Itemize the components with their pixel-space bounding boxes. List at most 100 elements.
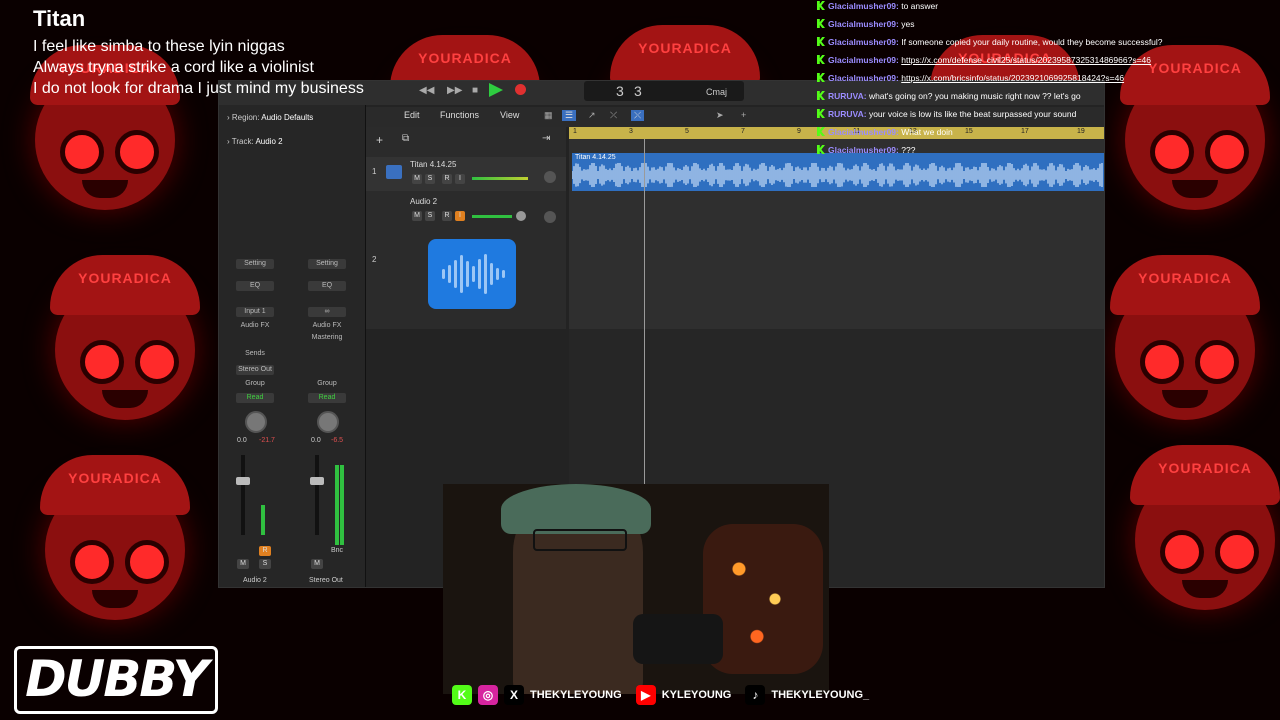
- global-tracks-icon[interactable]: ⇥: [542, 133, 550, 144]
- strip2-setting-button[interactable]: Setting: [308, 259, 346, 269]
- chat-username[interactable]: Glacialmusher09:: [828, 1, 901, 11]
- track-header-1[interactable]: 1 Titan 4.14.25 M S R I: [366, 157, 566, 191]
- strip1-group-slot[interactable]: Group: [236, 379, 274, 389]
- strip1-record-enable[interactable]: R: [259, 546, 271, 556]
- waveform-path: [572, 163, 1103, 187]
- catch-icon[interactable]: ⤬: [631, 110, 645, 121]
- chat-username[interactable]: Glacialmusher09:: [828, 127, 901, 137]
- cartoon-face: YOURADICA: [40, 240, 210, 430]
- strip2-fader-cap[interactable]: [310, 477, 324, 485]
- solo-button[interactable]: S: [425, 174, 435, 184]
- input-monitor-button[interactable]: I: [455, 174, 465, 184]
- strip2-link-button[interactable]: ∞: [308, 307, 346, 317]
- social-handle[interactable]: THEKYLEYOUNG_: [771, 689, 869, 701]
- strip1-automation-button[interactable]: Read: [236, 393, 274, 403]
- duplicate-track-icon[interactable]: ⧉: [402, 133, 409, 144]
- track-name[interactable]: Titan 4.14.25: [410, 160, 456, 169]
- list-view-icon[interactable]: ☰: [562, 110, 577, 121]
- chat-text: ???: [901, 145, 916, 155]
- strip1-input-button[interactable]: Input 1: [236, 307, 274, 317]
- youtube-icon[interactable]: ▶: [635, 685, 656, 705]
- strip1-solo-button[interactable]: S: [259, 559, 271, 569]
- chat-message: Glacialmusher09: ???: [817, 144, 1277, 162]
- forward-icon[interactable]: ▶▶: [447, 85, 462, 97]
- record-button[interactable]: R: [442, 174, 452, 184]
- strip1-eq-button[interactable]: EQ: [236, 281, 274, 291]
- social-handle[interactable]: THEKYLEYOUNG: [530, 689, 622, 701]
- pointer-tool-icon[interactable]: ➤: [716, 110, 724, 121]
- strip1-fader-track[interactable]: [241, 455, 245, 535]
- solo-button[interactable]: S: [425, 211, 435, 221]
- inspector-panel: › Region: Audio Defaults › Track: Audio …: [219, 105, 366, 587]
- track-name[interactable]: Audio 2: [410, 197, 437, 206]
- kick-icon: [817, 1, 825, 10]
- strip1-fader-cap[interactable]: [236, 477, 250, 485]
- kick-icon: [817, 109, 825, 118]
- strip2-pan-knob[interactable]: [317, 411, 339, 433]
- menu-view[interactable]: View: [500, 110, 519, 120]
- rewind-icon[interactable]: ◀◀: [419, 85, 434, 97]
- strip2-level-meter-right: [340, 465, 344, 545]
- menu-functions[interactable]: Functions: [440, 110, 479, 120]
- chat-username[interactable]: Glacialmusher09:: [828, 37, 901, 47]
- tiktok-icon[interactable]: ♪: [745, 685, 766, 705]
- social-handle[interactable]: KYLEYOUNG: [662, 689, 732, 701]
- track-pan-knob[interactable]: [544, 211, 556, 223]
- stop-icon[interactable]: ■: [469, 85, 481, 97]
- x-icon[interactable]: X: [504, 685, 524, 705]
- automation-icon[interactable]: ↗: [588, 110, 596, 121]
- track-number: 1: [372, 167, 377, 176]
- strip2-mastering-slot[interactable]: Mastering: [308, 333, 346, 343]
- chat-username[interactable]: Glacialmusher09:: [828, 55, 901, 65]
- cap-text: YOURADICA: [78, 270, 172, 286]
- chat-username[interactable]: RURUVA:: [828, 109, 869, 119]
- strip2-fx-slot[interactable]: Audio FX: [308, 321, 346, 331]
- kick-icon: [817, 73, 825, 82]
- chat-link[interactable]: https://x.com/bricsinfo/status/202392106…: [901, 73, 1124, 83]
- audio-track-icon: [386, 165, 402, 179]
- grid-view-icon[interactable]: ▦: [544, 110, 553, 121]
- strip1-fx-slot[interactable]: Audio FX: [236, 321, 274, 331]
- region-row[interactable]: › Region: Audio Defaults: [227, 113, 313, 122]
- record-button[interactable]: R: [442, 211, 452, 221]
- strip1-mute-button[interactable]: M: [237, 559, 249, 569]
- strip2-eq-button[interactable]: EQ: [308, 281, 346, 291]
- flex-icon[interactable]: ⤫: [610, 110, 617, 121]
- strip2-group-slot[interactable]: Group: [308, 379, 346, 389]
- strip2-fader-track[interactable]: [315, 455, 319, 535]
- track-volume-slider[interactable]: [472, 215, 512, 218]
- chat-username[interactable]: RURUVA:: [828, 91, 869, 101]
- strip1-pan-knob[interactable]: [245, 411, 267, 433]
- strip1-setting-button[interactable]: Setting: [236, 259, 274, 269]
- menu-edit[interactable]: Edit: [404, 110, 420, 120]
- strip1-output-button[interactable]: Stereo Out: [236, 365, 274, 375]
- waveform-bar: [484, 254, 487, 294]
- secondary-tool-icon[interactable]: +: [741, 110, 746, 120]
- record-icon[interactable]: [515, 84, 526, 95]
- add-track-button[interactable]: +: [376, 133, 383, 147]
- strip2-automation-button[interactable]: Read: [308, 393, 346, 403]
- track-volume-thumb[interactable]: [516, 211, 526, 221]
- chat-username[interactable]: Glacialmusher09:: [828, 19, 901, 29]
- input-monitor-button[interactable]: I: [455, 211, 465, 221]
- strip2-bounce-button[interactable]: Bnc: [331, 547, 343, 554]
- chat-text: If someone copied your daily routine, wo…: [901, 37, 1163, 47]
- chat-link[interactable]: https://x.com/defense_civil25/status/202…: [901, 55, 1151, 65]
- track-pan-knob[interactable]: [544, 171, 556, 183]
- track-row[interactable]: › Track: Audio 2: [227, 137, 283, 146]
- track-volume-slider[interactable]: [472, 177, 528, 180]
- chat-text: to answer: [901, 1, 939, 11]
- mute-button[interactable]: M: [412, 174, 422, 184]
- instagram-icon[interactable]: ◎: [478, 685, 498, 705]
- play-icon[interactable]: [489, 83, 503, 97]
- social-links: K ◎ X THEKYLEYOUNG ▶ KYLEYOUNG ♪ THEKYLEYOUNG_: [452, 684, 877, 706]
- mute-button[interactable]: M: [412, 211, 422, 221]
- chat-username[interactable]: Glacialmusher09:: [828, 145, 901, 155]
- strip2-mute-button[interactable]: M: [311, 559, 323, 569]
- kick-icon[interactable]: K: [452, 685, 472, 705]
- microphone: [633, 614, 723, 664]
- strip1-sends-slot[interactable]: Sends: [236, 349, 274, 359]
- chat-overlay: Glacialmusher09: to answer Glacialmusher0…: [817, 0, 1277, 162]
- chat-username[interactable]: Glacialmusher09:: [828, 73, 901, 83]
- track-header-2[interactable]: Audio 2 M S R I: [366, 193, 566, 227]
